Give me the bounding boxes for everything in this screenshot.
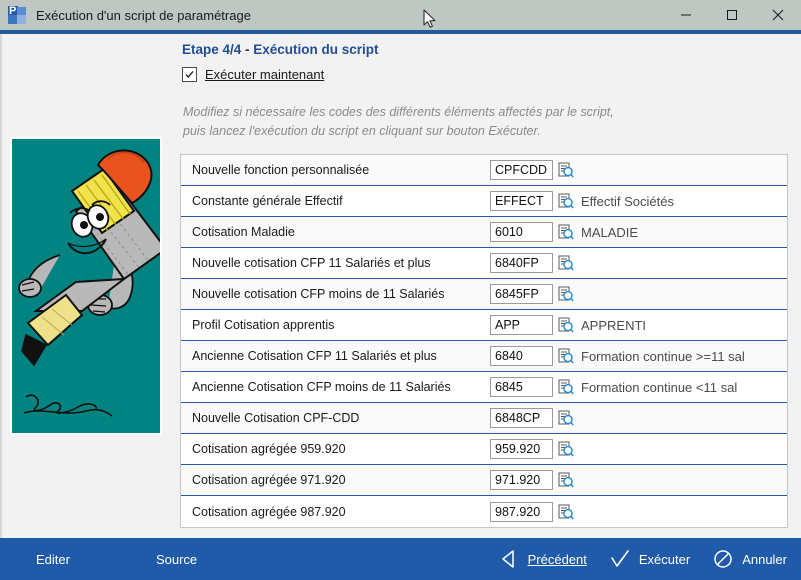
table-row: Constante générale Effectif Effectif Soc… bbox=[181, 186, 787, 217]
dialog-content: Etape 4/4 - Exécution du script Exécuter… bbox=[0, 34, 801, 538]
document-search-icon[interactable] bbox=[557, 162, 574, 179]
row-code-input[interactable] bbox=[490, 346, 553, 366]
script-elements-table: Nouvelle fonction personnalisée Constant… bbox=[180, 154, 788, 528]
toolbar-right-group: Précédent Exécuter Annuler bbox=[476, 548, 787, 570]
table-row: Nouvelle fonction personnalisée bbox=[181, 155, 787, 186]
bottom-toolbar: Editer Source Précédent Exécuter Annuler bbox=[0, 538, 801, 580]
execute-now-checkbox-row[interactable]: Exécuter maintenant bbox=[182, 67, 324, 82]
row-label: Profil Cotisation apprentis bbox=[192, 318, 335, 332]
source-button-label: Source bbox=[155, 551, 198, 567]
step-name: Exécution du script bbox=[253, 42, 379, 57]
row-description: Formation continue <11 sal bbox=[581, 379, 738, 395]
document-search-icon[interactable] bbox=[557, 503, 574, 520]
back-triangle-icon bbox=[498, 548, 520, 570]
row-description: Formation continue >=11 sal bbox=[581, 348, 745, 364]
step-title-separator: - bbox=[241, 42, 254, 57]
row-code-input[interactable] bbox=[490, 222, 553, 242]
document-search-icon[interactable] bbox=[557, 441, 574, 458]
row-description: MALADIE bbox=[581, 224, 639, 240]
cancel-button-label: Annuler bbox=[742, 551, 787, 567]
edit-button[interactable]: Editer bbox=[36, 552, 70, 567]
cancel-circle-icon bbox=[712, 548, 734, 570]
source-button[interactable]: Source bbox=[156, 552, 197, 567]
illustration-canvas bbox=[12, 139, 160, 433]
execute-now-label[interactable]: Exécuter maintenant bbox=[205, 67, 324, 82]
execute-now-checkbox[interactable] bbox=[182, 67, 197, 82]
document-search-icon[interactable] bbox=[557, 317, 574, 334]
row-code-input[interactable] bbox=[490, 377, 553, 397]
maximize-button[interactable] bbox=[709, 0, 755, 30]
table-row: Cotisation Maladie MALADIE bbox=[181, 217, 787, 248]
row-label: Constante générale Effectif bbox=[192, 194, 343, 208]
row-label: Nouvelle cotisation CFP 11 Salariés et p… bbox=[192, 256, 431, 270]
row-code-input[interactable] bbox=[490, 191, 553, 211]
row-code-input[interactable] bbox=[490, 160, 553, 180]
table-row: Nouvelle Cotisation CPF-CDD bbox=[181, 403, 787, 434]
previous-button[interactable]: Précédent bbox=[498, 548, 587, 570]
table-row: Cotisation agrégée 971.920 bbox=[181, 465, 787, 496]
document-search-icon[interactable] bbox=[557, 193, 574, 210]
row-label: Cotisation Maladie bbox=[192, 225, 295, 239]
pencil-mascot-image bbox=[10, 137, 162, 435]
row-label: Ancienne Cotisation CFP 11 Salariés et p… bbox=[192, 349, 437, 363]
document-search-icon[interactable] bbox=[557, 379, 574, 396]
page-title: Etape 4/4 - Exécution du script bbox=[182, 42, 379, 57]
edit-button-label: Editer bbox=[36, 551, 70, 567]
row-code-input[interactable] bbox=[490, 253, 553, 273]
document-search-icon[interactable] bbox=[557, 286, 574, 303]
minimize-button[interactable] bbox=[663, 0, 709, 30]
table-row: Ancienne Cotisation CFP moins de 11 Sala… bbox=[181, 372, 787, 403]
row-description: APPRENTI bbox=[581, 317, 647, 333]
document-search-icon[interactable] bbox=[557, 348, 574, 365]
window-title: Exécution d'un script de paramétrage bbox=[36, 7, 251, 23]
app-icon: P bbox=[8, 5, 26, 24]
row-code-input[interactable] bbox=[490, 408, 553, 428]
row-code-input[interactable] bbox=[490, 439, 553, 459]
instruction-text: Modifiez si nécessaire les codes des dif… bbox=[183, 105, 614, 138]
execute-button-label: Exécuter bbox=[638, 551, 691, 567]
table-row: Cotisation agrégée 987.920 bbox=[181, 496, 787, 527]
execute-button[interactable]: Exécuter bbox=[609, 548, 690, 570]
table-row: Nouvelle cotisation CFP 11 Salariés et p… bbox=[181, 248, 787, 279]
row-label: Cotisation agrégée 959.920 bbox=[192, 442, 346, 456]
cancel-button[interactable]: Annuler bbox=[712, 548, 787, 570]
row-label: Cotisation agrégée 971.920 bbox=[192, 473, 346, 487]
content-left-edge bbox=[0, 34, 2, 538]
row-code-input[interactable] bbox=[490, 315, 553, 335]
previous-button-label: Précédent bbox=[527, 551, 587, 567]
row-label: Cotisation agrégée 987.920 bbox=[192, 504, 346, 519]
document-search-icon[interactable] bbox=[557, 224, 574, 241]
title-bar: P Exécution d'un script de paramétrage bbox=[0, 0, 801, 30]
table-row: Profil Cotisation apprentis APPRENTI bbox=[181, 310, 787, 341]
pencil-character-drawing bbox=[18, 149, 160, 417]
row-code-input[interactable] bbox=[490, 470, 553, 490]
window-controls bbox=[663, 0, 801, 30]
table-row: Ancienne Cotisation CFP 11 Salariés et p… bbox=[181, 341, 787, 372]
row-label: Nouvelle Cotisation CPF-CDD bbox=[192, 411, 360, 425]
document-search-icon[interactable] bbox=[557, 255, 574, 272]
row-label: Ancienne Cotisation CFP moins de 11 Sala… bbox=[192, 380, 451, 394]
close-button[interactable] bbox=[755, 0, 801, 30]
table-row: Cotisation agrégée 959.920 bbox=[181, 434, 787, 465]
check-icon bbox=[609, 548, 631, 570]
step-counter: Etape 4/4 bbox=[182, 42, 242, 57]
checkmark-icon bbox=[185, 70, 194, 78]
row-description: Effectif Sociétés bbox=[581, 193, 674, 209]
table-row: Nouvelle cotisation CFP moins de 11 Sala… bbox=[181, 279, 787, 310]
row-code-input[interactable] bbox=[490, 284, 553, 304]
document-search-icon[interactable] bbox=[557, 472, 574, 489]
document-search-icon[interactable] bbox=[557, 410, 574, 427]
toolbar-left-group: Editer Source bbox=[36, 552, 283, 567]
row-code-input[interactable] bbox=[490, 501, 553, 522]
row-label: Nouvelle fonction personnalisée bbox=[192, 163, 370, 177]
row-label: Nouvelle cotisation CFP moins de 11 Sala… bbox=[192, 287, 445, 301]
